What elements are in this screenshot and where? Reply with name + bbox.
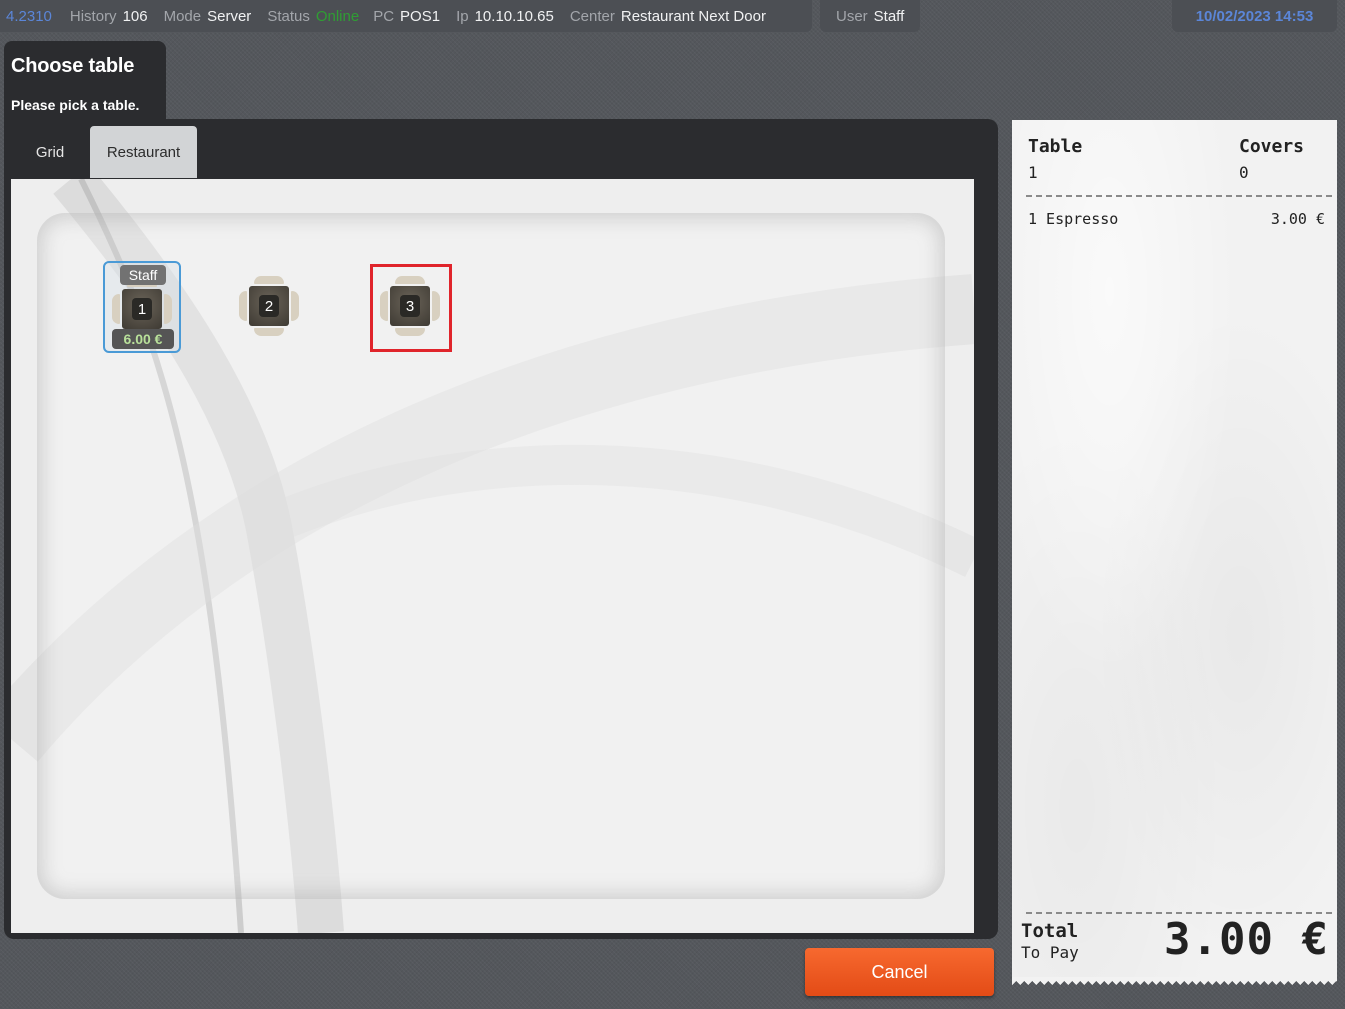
receipt-panel: Table Covers 1 0 1 Espresso 3.00 € Total… xyxy=(1012,120,1337,985)
receipt-item-price: 3.00 € xyxy=(1270,210,1325,228)
pc-value: POS1 xyxy=(400,7,441,25)
table-top: 1 xyxy=(122,289,162,329)
table-3-highlight xyxy=(370,264,452,352)
pc-key: PC xyxy=(373,7,395,25)
dialog-subtitle: Please pick a table. xyxy=(11,97,140,113)
chair xyxy=(254,328,284,336)
receipt-to-pay-label: To Pay xyxy=(1021,943,1079,962)
datetime-box: 10/02/2023 14:53 xyxy=(1172,0,1337,32)
center-value: Restaurant Next Door xyxy=(620,7,766,25)
chair xyxy=(291,291,299,321)
receipt-covers-value: 0 xyxy=(1239,163,1249,182)
chair xyxy=(239,291,247,321)
receipt-total-label: Total xyxy=(1021,920,1079,942)
tab-grid[interactable]: Grid xyxy=(11,126,89,178)
receipt-table-value: 1 xyxy=(1028,163,1038,182)
status-value: Online xyxy=(315,7,360,25)
receipt-torn-edge xyxy=(1012,977,1337,985)
version-label: 4.2310 xyxy=(6,7,52,25)
datetime-label: 10/02/2023 14:53 xyxy=(1195,7,1314,25)
mode-value: Server xyxy=(207,7,252,25)
user-key: User xyxy=(836,7,868,25)
history-value: 106 xyxy=(122,7,148,25)
ip-value: 10.10.10.65 xyxy=(474,7,554,25)
chair xyxy=(112,294,120,324)
receipt-item-name: 1 Espresso xyxy=(1028,210,1119,228)
table-top: 2 xyxy=(249,286,289,326)
ip-key: Ip xyxy=(456,7,469,25)
center-key: Center xyxy=(569,7,615,25)
table-2[interactable]: 2 xyxy=(239,276,299,336)
mode-key: Mode xyxy=(163,7,202,25)
receipt-divider xyxy=(1026,195,1332,197)
table-number: 2 xyxy=(259,295,279,317)
receipt-covers-label: Covers xyxy=(1239,136,1305,157)
cancel-button[interactable]: Cancel xyxy=(805,948,994,996)
tab-restaurant[interactable]: Restaurant xyxy=(90,126,197,178)
status-bar: 4.2310 History 106 Mode Server Status On… xyxy=(0,0,1345,34)
dialog-header: Choose table Please pick a table. xyxy=(4,41,166,127)
table-1[interactable]: 1 Staff 6.00 € xyxy=(103,261,181,353)
status-info: 4.2310 History 106 Mode Server Status On… xyxy=(0,0,812,32)
receipt-table-label: Table xyxy=(1028,136,1083,157)
dialog-title: Choose table xyxy=(11,55,135,77)
table-number: 1 xyxy=(132,298,152,320)
status-key: Status xyxy=(267,7,310,25)
chair xyxy=(254,276,284,284)
history-key: History xyxy=(69,7,117,25)
user-info: User Staff xyxy=(820,0,920,32)
user-value: Staff xyxy=(873,7,905,25)
floor-plan: 1 Staff 6.00 € 2 3 xyxy=(11,179,974,933)
chair xyxy=(164,294,172,324)
table-staff-label: Staff xyxy=(120,265,166,285)
receipt-total-value: 3.00 € xyxy=(1164,914,1329,965)
table-amount: 6.00 € xyxy=(112,329,174,349)
table-picker-panel: Grid Restaurant 1 Staff 6.00 € 2 3 xyxy=(4,119,998,939)
